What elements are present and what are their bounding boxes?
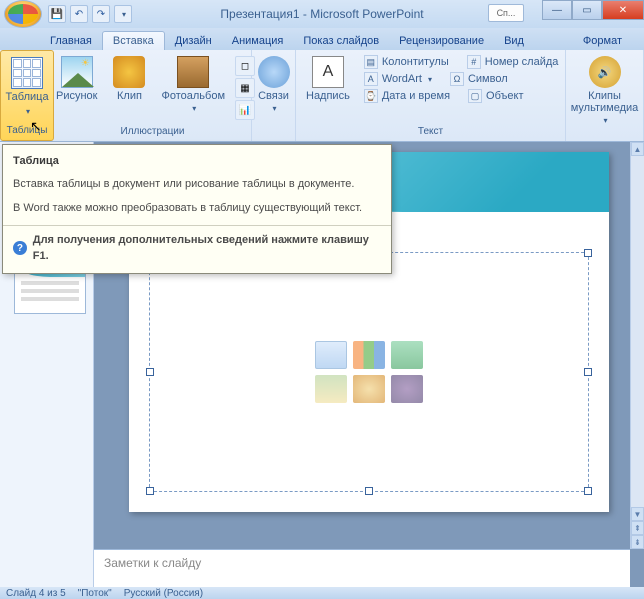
insert-smartart-icon[interactable] <box>391 341 423 369</box>
tab-home[interactable]: Главная <box>40 32 102 50</box>
slidenumber-button[interactable]: #Номер слайда <box>463 54 563 70</box>
wordart-icon: A <box>364 72 378 86</box>
help-search[interactable]: Сп... <box>488 4 524 22</box>
links-label: Связи <box>258 90 289 102</box>
qat-save-icon[interactable]: 💾 <box>48 5 66 23</box>
tab-view[interactable]: Вид <box>494 32 534 50</box>
tooltip-desc-2: В Word также можно преобразовать в табли… <box>13 200 381 217</box>
tab-insert[interactable]: Вставка <box>102 31 165 50</box>
picture-button[interactable]: Рисунок <box>50 52 104 106</box>
resize-handle[interactable] <box>584 487 592 495</box>
prev-slide-icon[interactable]: ⇞ <box>631 521 644 535</box>
insert-picture-icon[interactable] <box>315 375 347 403</box>
maximize-button[interactable]: ▭ <box>572 0 602 20</box>
symbol-button[interactable]: ΩСимвол <box>446 71 512 87</box>
slidenumber-icon: # <box>467 55 481 69</box>
status-language[interactable]: Русский (Россия) <box>124 588 203 599</box>
picture-icon <box>61 56 93 88</box>
window-title: Презентация1 - Microsoft PowerPoint <box>220 7 423 21</box>
tooltip-title: Таблица <box>13 153 381 170</box>
group-text-label: Текст <box>418 126 443 139</box>
links-icon <box>258 56 290 88</box>
group-illustrations-label: Иллюстрации <box>121 126 185 139</box>
picture-label: Рисунок <box>56 90 98 102</box>
status-bar: Слайд 4 из 5 "Поток" Русский (Россия) <box>0 587 644 599</box>
object-button[interactable]: ▢Объект <box>464 88 527 104</box>
headerfooter-icon: ▤ <box>364 55 378 69</box>
office-button[interactable] <box>4 0 42 28</box>
table-button[interactable]: Таблица <box>0 53 55 121</box>
textbox-label: Надпись <box>306 90 350 102</box>
tooltip-desc-1: Вставка таблицы в документ или рисование… <box>13 176 381 193</box>
qat-undo-icon[interactable]: ↶ <box>70 5 88 23</box>
media-icon: 🔊 <box>589 56 621 88</box>
resize-handle[interactable] <box>584 249 592 257</box>
clipart-button[interactable]: Клип <box>107 52 151 106</box>
close-button[interactable]: ✕ <box>602 0 644 20</box>
photoalbum-icon <box>177 56 209 88</box>
resize-handle[interactable] <box>146 487 154 495</box>
links-button[interactable]: Связи <box>252 52 296 117</box>
scroll-up-icon[interactable]: ▲ <box>631 142 644 156</box>
textbox-icon: A <box>312 56 344 88</box>
resize-handle[interactable] <box>146 368 154 376</box>
notes-pane[interactable]: Заметки к слайду <box>94 549 630 587</box>
tooltip-help: Для получения дополнительных сведений на… <box>33 232 381 265</box>
tab-format[interactable]: Формат <box>573 32 632 50</box>
status-slide-count: Слайд 4 из 5 <box>6 588 66 599</box>
insert-chart-icon[interactable] <box>353 341 385 369</box>
media-label: Клипы мультимедиа <box>571 90 639 114</box>
tab-animation[interactable]: Анимация <box>222 32 294 50</box>
clipart-label: Клип <box>117 90 142 102</box>
photoalbum-label: Фотоальбом <box>161 90 225 102</box>
group-tables-label: Таблицы <box>7 125 48 138</box>
datetime-button[interactable]: ⌚Дата и время <box>360 88 454 104</box>
help-icon: ? <box>13 241 27 255</box>
table-icon <box>11 57 43 89</box>
tooltip-table: Таблица Вставка таблицы в документ или р… <box>2 144 392 274</box>
textbox-button[interactable]: A Надпись <box>300 52 356 106</box>
content-placeholder[interactable] <box>149 252 589 492</box>
photoalbum-button[interactable]: Фотоальбом <box>155 52 231 117</box>
chevron-down-icon <box>24 105 30 117</box>
vertical-scrollbar[interactable]: ▲ ▼ ⇞ ⇟ <box>630 142 644 549</box>
insert-table-icon[interactable] <box>315 341 347 369</box>
headerfooter-button[interactable]: ▤Колонтитулы <box>360 54 453 70</box>
qat-customize-icon[interactable] <box>114 5 132 23</box>
qat-redo-icon[interactable]: ↷ <box>92 5 110 23</box>
minimize-button[interactable]: — <box>542 0 572 20</box>
insert-clipart-icon[interactable] <box>353 375 385 403</box>
ribbon-tabs: Главная Вставка Дизайн Анимация Показ сл… <box>0 28 644 50</box>
datetime-icon: ⌚ <box>364 89 378 103</box>
wordart-button[interactable]: AWordArt <box>360 71 436 87</box>
next-slide-icon[interactable]: ⇟ <box>631 535 644 549</box>
tab-design[interactable]: Дизайн <box>165 32 222 50</box>
media-button[interactable]: 🔊 Клипы мультимедиа <box>565 52 644 129</box>
clipart-icon <box>113 56 145 88</box>
table-button-label: Таблица <box>5 91 48 103</box>
resize-handle[interactable] <box>584 368 592 376</box>
insert-media-icon[interactable] <box>391 375 423 403</box>
symbol-icon: Ω <box>450 72 464 86</box>
object-icon: ▢ <box>468 89 482 103</box>
scroll-down-icon[interactable]: ▼ <box>631 507 644 521</box>
resize-handle[interactable] <box>365 487 373 495</box>
tab-review[interactable]: Рецензирование <box>389 32 494 50</box>
status-theme: "Поток" <box>78 588 112 599</box>
tab-slideshow[interactable]: Показ слайдов <box>293 32 389 50</box>
